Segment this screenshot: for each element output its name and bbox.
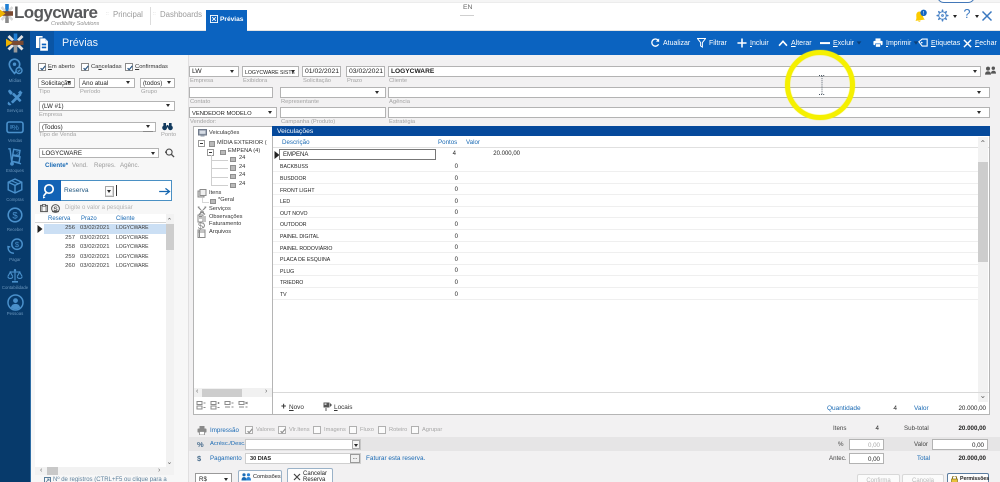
svg-text:%: %	[12, 123, 19, 132]
svg-text:2: 2	[16, 151, 19, 157]
svg-text:$: $	[15, 240, 20, 249]
svg-text:$: $	[12, 211, 18, 222]
